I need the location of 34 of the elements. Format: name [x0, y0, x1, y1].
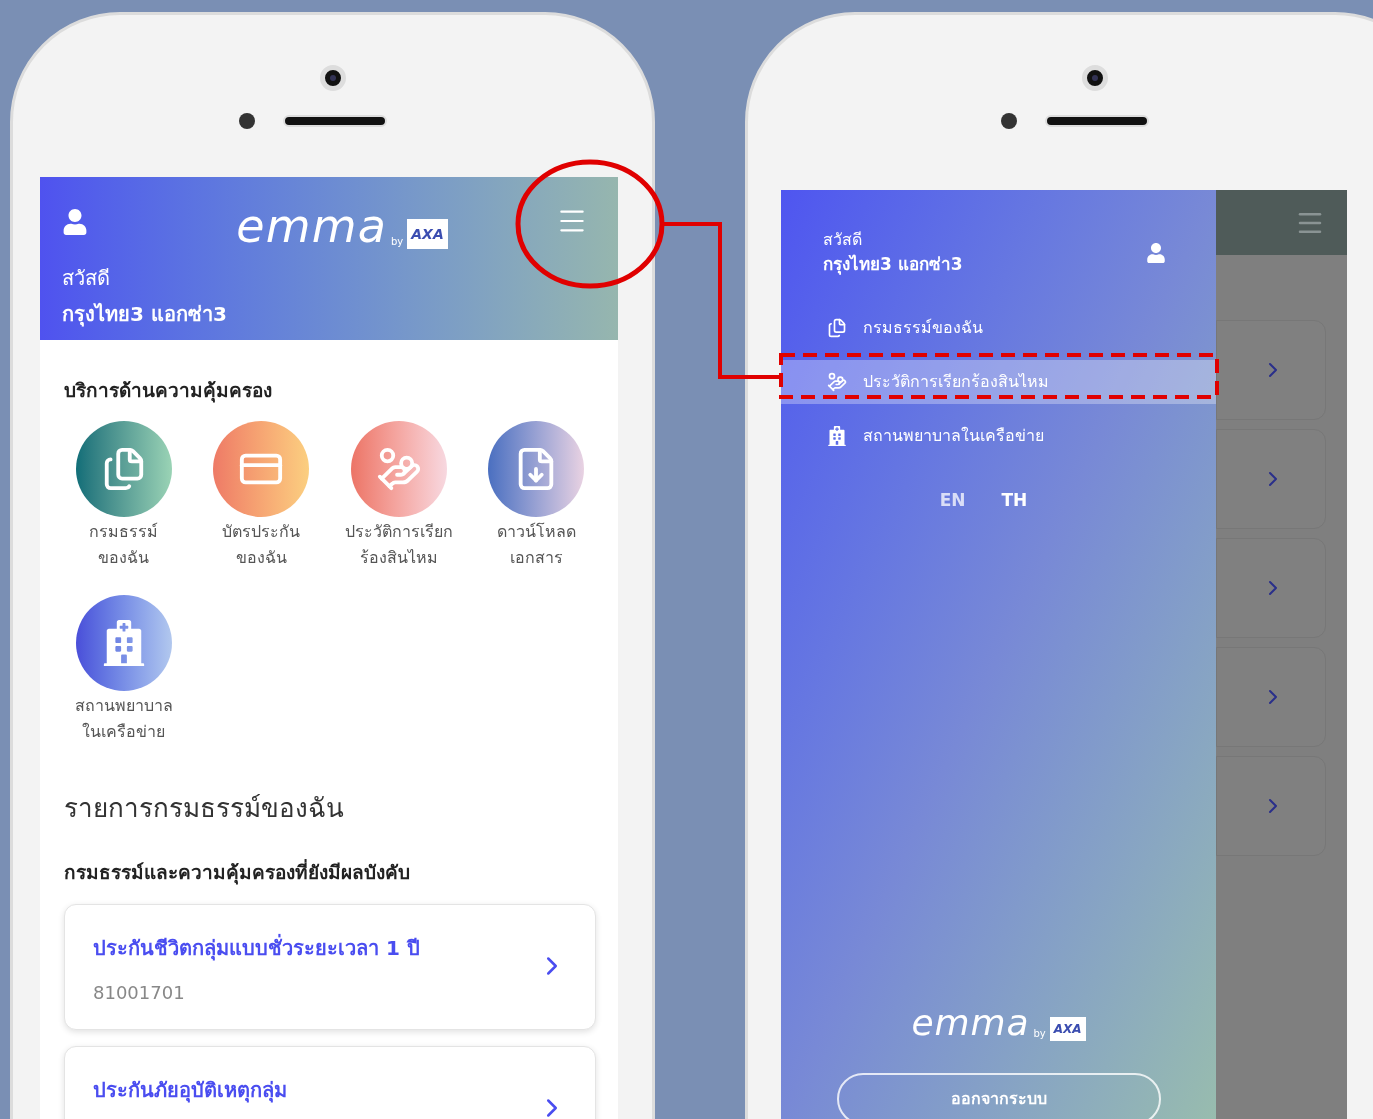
language-option[interactable]: TH — [1001, 487, 1028, 513]
service-shortcut[interactable]: กรมธรรม์ ของฉัน — [55, 420, 193, 571]
greeting-text: สวัสดี — [823, 229, 863, 251]
policy-card[interactable]: ประกันชีวิตกลุ่มแบบชั่วระยะเวลา 1 ปี 81001701 — [64, 904, 596, 1030]
logo-by: by — [1033, 1029, 1046, 1039]
logo-badge: AXA — [1049, 1017, 1086, 1041]
user-icon — [1146, 242, 1166, 263]
hand-coins-icon — [827, 371, 847, 392]
logo-by: by — [391, 237, 404, 247]
section-title: บริการด้านความคุ้มครอง — [64, 378, 273, 405]
user-name: กรุงไทย3 แอกซ่า3 — [62, 301, 228, 329]
user-name: กรุงไทย3 แอกซ่า3 — [823, 253, 963, 277]
menu-item[interactable]: กรมธรรม์ของฉัน — [781, 305, 1216, 350]
logo-badge: AXA — [407, 219, 448, 249]
service-shortcut[interactable]: บัตรประกัน ของฉัน — [192, 420, 330, 571]
policy-card[interactable]: ประกันภัยอุบัติเหตุกลุ่ม — [64, 1046, 596, 1119]
hospital-icon — [827, 425, 847, 446]
policy-number: 81001701 — [93, 981, 186, 1005]
policy-name: ประกันภัยอุบัติเหตุกลุ่ม — [93, 1077, 287, 1105]
active-policies-title: กรมธรรม์และความคุ้มครองที่ยังมีผลบังคับ — [64, 858, 411, 886]
greeting-text: สวัสดี — [62, 265, 111, 292]
policies-title: รายการกรมธรรม์ของฉัน — [64, 791, 345, 825]
logo-wordmark: emma — [911, 1005, 1030, 1041]
service-shortcut[interactable]: ประวัติการเรียก ร้องสินไหม — [330, 420, 468, 571]
user-icon — [62, 209, 88, 235]
menu-item[interactable]: สถานพยาบาลในเครือข่าย — [781, 413, 1216, 458]
hand-coins-icon — [375, 445, 422, 492]
camera-icon — [319, 65, 346, 91]
service-shortcut[interactable]: ดาวน์โหลด เอกสาร — [467, 420, 605, 571]
policy-name: ประกันชีวิตกลุ่มแบบชั่วระยะเวลา 1 ปี — [93, 933, 420, 963]
camera-icon — [1082, 65, 1108, 91]
folders-icon — [827, 317, 847, 338]
logo-wordmark: emma — [236, 203, 387, 249]
service-shortcut[interactable]: สถานพยาบาล ในเครือข่าย — [55, 594, 193, 745]
